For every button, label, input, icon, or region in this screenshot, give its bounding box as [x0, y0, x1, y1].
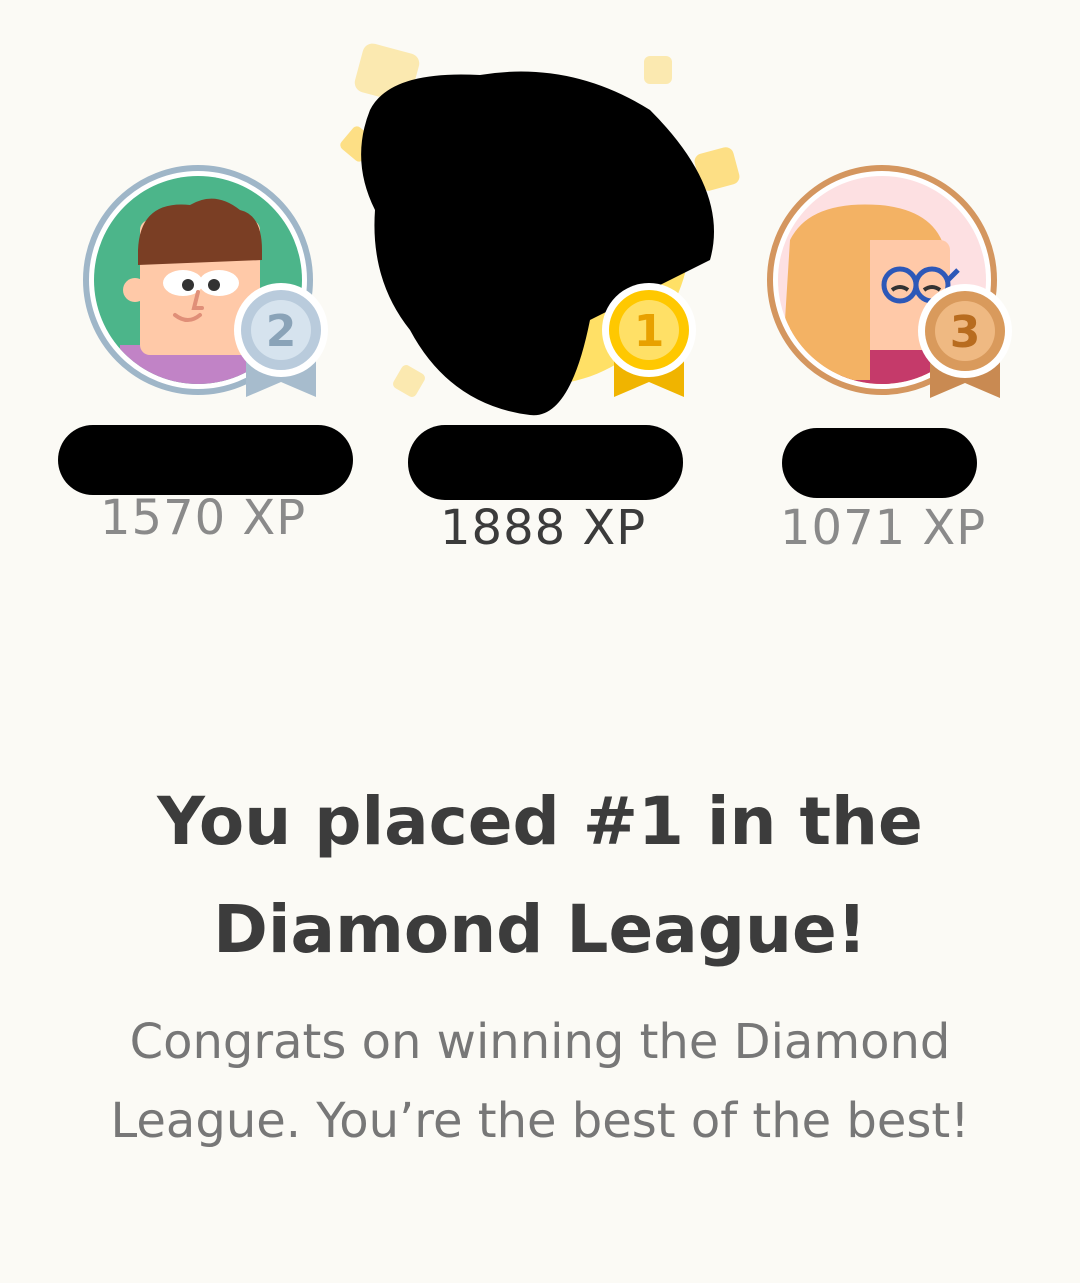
second-rank-number: 2 — [266, 306, 297, 357]
third-rank-number: 3 — [950, 307, 981, 358]
result-message: Congrats on winning the Diamond League. … — [110, 1014, 970, 1149]
third-place-xp: 1071 XP — [780, 500, 987, 556]
second-place-xp: 1570 XP — [100, 490, 307, 546]
third-place-entry[interactable]: 3 — [720, 0, 1080, 560]
first-place-xp: 1888 XP — [440, 500, 647, 556]
second-place-entry[interactable]: 2 — [0, 0, 360, 560]
first-place-username-redacted — [408, 425, 683, 500]
silver-medal-icon: 2 — [234, 283, 328, 397]
third-place-avatar — [767, 165, 997, 395]
leaderboard-podium: 2 1 3 1570 XP 1888 XP 1071 XP — [0, 0, 1080, 600]
third-place-username-redacted — [782, 428, 977, 498]
second-place-username-redacted — [58, 425, 353, 495]
bronze-medal-icon: 3 — [918, 284, 1012, 398]
first-place-entry[interactable]: 1 — [330, 0, 750, 560]
result-headline: You placed #1 in the Diamond League! — [157, 783, 923, 968]
gold-medal-icon: 1 — [602, 283, 696, 397]
first-rank-number: 1 — [634, 306, 665, 357]
